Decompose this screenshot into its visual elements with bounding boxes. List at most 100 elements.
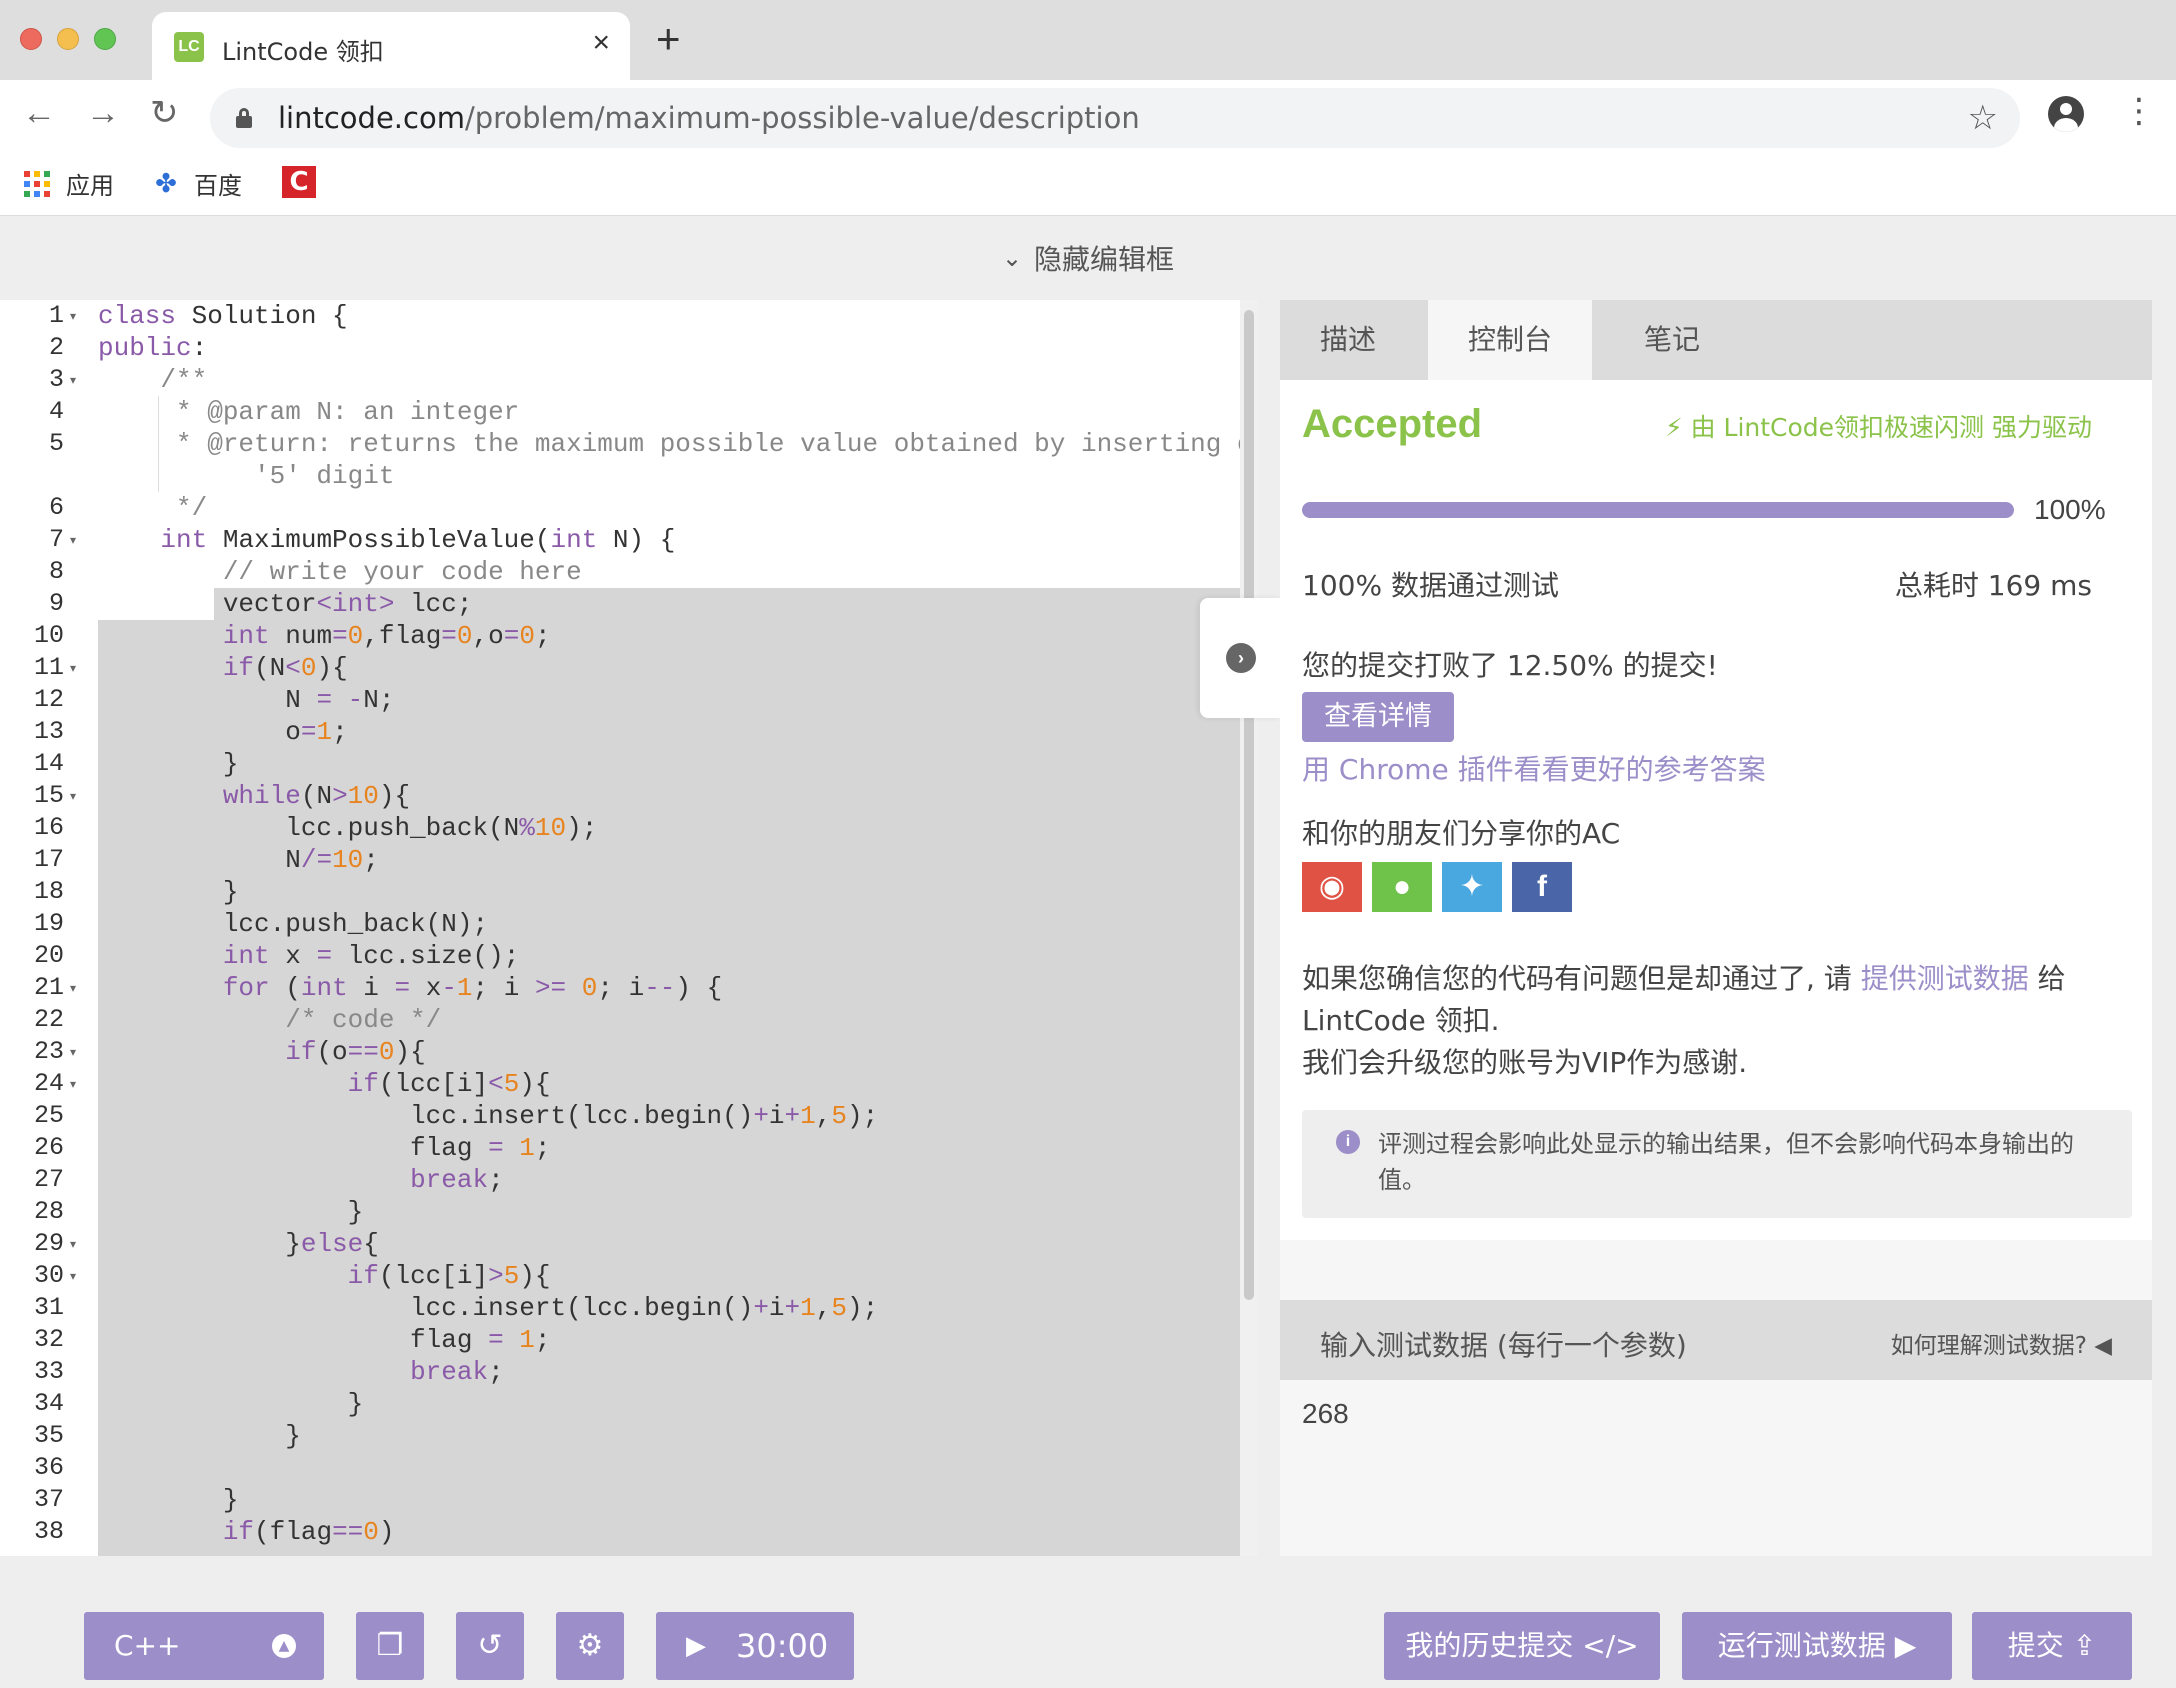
- line-number: 24: [33, 1069, 64, 1098]
- tab-console[interactable]: 控制台: [1428, 300, 1592, 380]
- facebook-share-icon[interactable]: f: [1512, 862, 1572, 912]
- line-number: 32: [33, 1325, 64, 1354]
- baidu-paw-icon: ✤: [155, 168, 177, 199]
- chrome-plugin-link[interactable]: 用 Chrome 插件看看更好的参考答案: [1302, 748, 1766, 788]
- share-heading: 和你的朋友们分享你的AC: [1302, 817, 1621, 850]
- more-menu-icon[interactable]: ⋮: [2122, 94, 2156, 128]
- code-line: // write your code here: [98, 557, 582, 587]
- code-line: lcc.push_back(N%10);: [98, 813, 598, 843]
- powered-by-text: ⚡ 由 LintCode领扣极速闪测 强力驱动: [1665, 413, 2092, 442]
- browser-toolbar: ← → ↻ lintcode.com/problem/maximum-possi…: [0, 80, 2176, 156]
- history-submissions-button[interactable]: 我的历史提交 </>: [1384, 1612, 1660, 1680]
- line-number: 26: [33, 1133, 64, 1162]
- bookmark-label: 应用: [66, 172, 114, 200]
- line-number: 16: [33, 813, 64, 842]
- submit-button[interactable]: 提交 ⇪: [1972, 1612, 2132, 1680]
- back-arrow-icon[interactable]: ←: [22, 96, 56, 130]
- code-line: int MaximumPossibleValue(int N) {: [160, 525, 676, 555]
- bookmark-label: 百度: [194, 172, 242, 200]
- editor-scrollbar-thumb[interactable]: [1244, 310, 1254, 1300]
- code-line: lcc.insert(lcc.begin()+i+1,5);: [98, 1293, 879, 1323]
- code-editor[interactable]: 1 ▾ 2 3 ▾ 4 5 6 7 ▾ 8 9 10 11 ▾ 12 13 14 15 ▾ 16 17 18 19 20 21 ▾ 2…: [0, 300, 1258, 1556]
- tab-notes[interactable]: 笔记: [1604, 300, 1740, 380]
- timer-button[interactable]: ▶ 30:00: [656, 1612, 854, 1680]
- window-minimize-button[interactable]: [57, 28, 79, 50]
- code-line: if(flag==0): [222, 1517, 395, 1547]
- forward-arrow-icon[interactable]: →: [86, 96, 120, 130]
- code-line: }: [98, 1485, 239, 1515]
- code-line: N = -N;: [98, 685, 395, 715]
- caret-left-icon: ◀: [2094, 1333, 2112, 1359]
- info-icon: i: [1336, 1130, 1360, 1154]
- fold-arrow-icon[interactable]: ▾: [70, 1228, 76, 1260]
- c-logo-icon: C: [282, 166, 316, 198]
- run-test-button[interactable]: 运行测试数据 ▶: [1682, 1612, 1952, 1680]
- window-close-button[interactable]: [20, 28, 42, 50]
- code-line: /* code */: [98, 1005, 442, 1035]
- language-select[interactable]: C++ ▲: [84, 1612, 324, 1680]
- gear-icon: ⚙: [576, 1628, 604, 1663]
- line-number: 23: [33, 1037, 64, 1066]
- new-tab-icon[interactable]: +: [656, 18, 681, 60]
- copy-code-button[interactable]: ❐: [356, 1612, 424, 1680]
- bookmark-star-icon[interactable]: ☆: [1968, 98, 1998, 138]
- bookmark-apps[interactable]: 应用: [24, 166, 114, 201]
- url-text: lintcode.com/problem/maximum-possible-va…: [278, 101, 1140, 135]
- line-number: 34: [33, 1389, 64, 1418]
- tab-description[interactable]: 描述: [1280, 300, 1416, 380]
- view-details-button[interactable]: 查看详情: [1302, 692, 1454, 742]
- code-line: }: [98, 1197, 364, 1227]
- line-number: 9: [48, 589, 64, 618]
- code-line: if(N<0){: [222, 653, 348, 683]
- lightning-icon: ⚡: [1665, 413, 1683, 442]
- page-content: ⌄ 隐藏编辑框 1 ▾ 2 3 ▾ 4 5 6 7 ▾ 8 9 10 11 ▾ 12 13 14 15 ▾ 16 17 18…: [0, 216, 2176, 1688]
- provide-test-data-link[interactable]: 提供测试数据: [1861, 962, 2029, 995]
- bookmark-baidu[interactable]: ✤ 百度: [152, 166, 242, 201]
- fold-arrow-icon[interactable]: ▾: [70, 1068, 76, 1100]
- bookmark-c[interactable]: C: [282, 166, 316, 198]
- test-input-header: 输入测试数据 (每行一个参数) 如何理解测试数据? ◀: [1280, 1300, 2152, 1380]
- twitter-share-icon[interactable]: ✦: [1442, 862, 1502, 912]
- runtime-text: 总耗时 169 ms: [1894, 569, 2092, 602]
- test-data-help-link[interactable]: 如何理解测试数据? ◀: [1891, 1326, 2112, 1360]
- fold-arrow-icon[interactable]: ▾: [70, 1036, 76, 1068]
- line-number: 6: [48, 493, 64, 522]
- fold-arrow-icon[interactable]: ▾: [70, 524, 76, 556]
- tab-close-icon[interactable]: ×: [592, 26, 610, 60]
- play-icon: ▶: [686, 1631, 706, 1661]
- code-line: }: [98, 877, 239, 907]
- test-progress-bar: [1302, 502, 2014, 518]
- code-line: }: [98, 749, 239, 779]
- window-maximize-button[interactable]: [94, 28, 116, 50]
- line-number: 8: [48, 557, 64, 586]
- reset-code-button[interactable]: ↺: [456, 1612, 524, 1680]
- test-input-area[interactable]: 268: [1280, 1380, 2152, 1556]
- code-line: flag = 1;: [98, 1133, 551, 1163]
- test-input-title: 输入测试数据 (每行一个参数): [1320, 1329, 1687, 1362]
- weibo-share-icon[interactable]: ◉: [1302, 862, 1362, 912]
- line-number: 12: [33, 685, 64, 714]
- fold-arrow-icon[interactable]: ▾: [70, 652, 76, 684]
- fold-arrow-icon[interactable]: ▾: [70, 300, 76, 332]
- fold-arrow-icon[interactable]: ▾: [70, 1260, 76, 1292]
- line-number: 20: [33, 941, 64, 970]
- chevron-down-icon: ⌄: [1001, 244, 1023, 272]
- fold-arrow-icon[interactable]: ▾: [70, 364, 76, 396]
- fold-arrow-icon[interactable]: ▾: [70, 972, 76, 1004]
- code-area[interactable]: class Solution { public: /** * @param N:…: [90, 300, 1258, 1556]
- reload-icon[interactable]: ↻: [150, 96, 179, 130]
- profile-avatar-icon[interactable]: [2048, 96, 2084, 132]
- upload-icon: ⇪: [2072, 1629, 2097, 1662]
- browser-tab-bar: LC LintCode 领扣 × +: [0, 0, 2176, 80]
- line-number: 19: [33, 909, 64, 938]
- hide-editor-toggle[interactable]: ⌄ 隐藏编辑框: [0, 216, 2176, 300]
- browser-tab-active[interactable]: LC LintCode 领扣 ×: [152, 12, 630, 80]
- wechat-share-icon[interactable]: ●: [1372, 862, 1432, 912]
- code-line: if(o==0){: [285, 1037, 426, 1067]
- address-bar[interactable]: lintcode.com/problem/maximum-possible-va…: [210, 88, 2020, 148]
- fold-arrow-icon[interactable]: ▾: [70, 780, 76, 812]
- line-number: 7: [48, 525, 64, 554]
- collapse-panel-toggle[interactable]: ›: [1200, 598, 1280, 718]
- apps-grid-icon: [24, 170, 50, 197]
- settings-button[interactable]: ⚙: [556, 1612, 624, 1680]
